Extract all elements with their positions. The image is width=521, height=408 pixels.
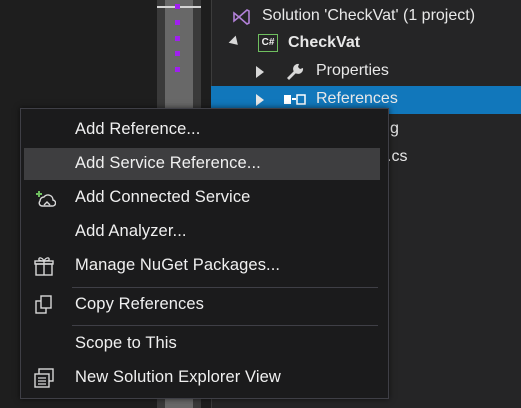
nuget-package-icon <box>34 257 54 276</box>
menu-item-add-analyzer[interactable]: Add Analyzer... <box>24 216 380 248</box>
references-label: References <box>316 90 398 107</box>
menu-item-add-service-reference[interactable]: Add Service Reference... <box>24 148 380 180</box>
partial-item-label: .cs <box>387 148 408 165</box>
tree-item-properties[interactable]: Properties <box>211 58 521 86</box>
project-label: CheckVat <box>288 34 361 51</box>
scrollbar-marker <box>175 51 180 56</box>
menu-item-label: Scope to This <box>75 334 177 352</box>
scrollbar-marker <box>175 20 180 25</box>
menu-item-scope-to-this[interactable]: Scope to This <box>24 328 380 360</box>
menu-item-label: Copy References <box>75 295 204 313</box>
menu-item-add-reference[interactable]: Add Reference... <box>24 114 380 146</box>
collapse-arrow-icon[interactable] <box>256 66 264 78</box>
menu-item-label: Add Reference... <box>75 120 201 138</box>
scrollbar-marker <box>175 4 180 9</box>
menu-item-new-solution-explorer-view[interactable]: New Solution Explorer View <box>24 362 380 394</box>
collapse-arrow-icon[interactable] <box>256 94 264 106</box>
solution-label: Solution 'CheckVat' (1 project) <box>262 7 476 24</box>
wrench-icon <box>287 63 304 80</box>
references-icon <box>284 94 306 105</box>
menu-item-add-connected-service[interactable]: Add Connected Service <box>24 182 380 214</box>
new-explorer-view-icon <box>34 368 54 388</box>
menu-item-label: Add Analyzer... <box>75 222 187 240</box>
menu-item-label: Add Service Reference... <box>75 154 261 172</box>
menu-separator <box>72 325 378 326</box>
ide-window: Solution 'CheckVat' (1 project) C# Check… <box>0 0 521 408</box>
expand-arrow-icon[interactable] <box>228 35 242 49</box>
tree-item-solution[interactable]: Solution 'CheckVat' (1 project) <box>211 3 521 31</box>
menu-item-label: Manage NuGet Packages... <box>75 256 281 274</box>
scrollbar-marker <box>175 67 180 72</box>
menu-item-copy-references[interactable]: Copy References <box>24 289 380 321</box>
connected-service-icon <box>36 191 56 207</box>
csharp-project-icon: C# <box>258 34 278 52</box>
menu-item-label: New Solution Explorer View <box>75 368 281 386</box>
menu-separator <box>72 287 378 288</box>
scrollbar-marker <box>175 36 180 41</box>
menu-item-label: Add Connected Service <box>75 188 251 206</box>
properties-label: Properties <box>316 62 389 79</box>
copy-icon <box>35 295 52 314</box>
tree-item-project[interactable]: C# CheckVat <box>211 30 521 58</box>
context-menu: Add Reference... Add Service Reference..… <box>20 108 389 399</box>
solution-icon <box>233 9 250 25</box>
menu-item-manage-nuget[interactable]: Manage NuGet Packages... <box>24 250 380 282</box>
